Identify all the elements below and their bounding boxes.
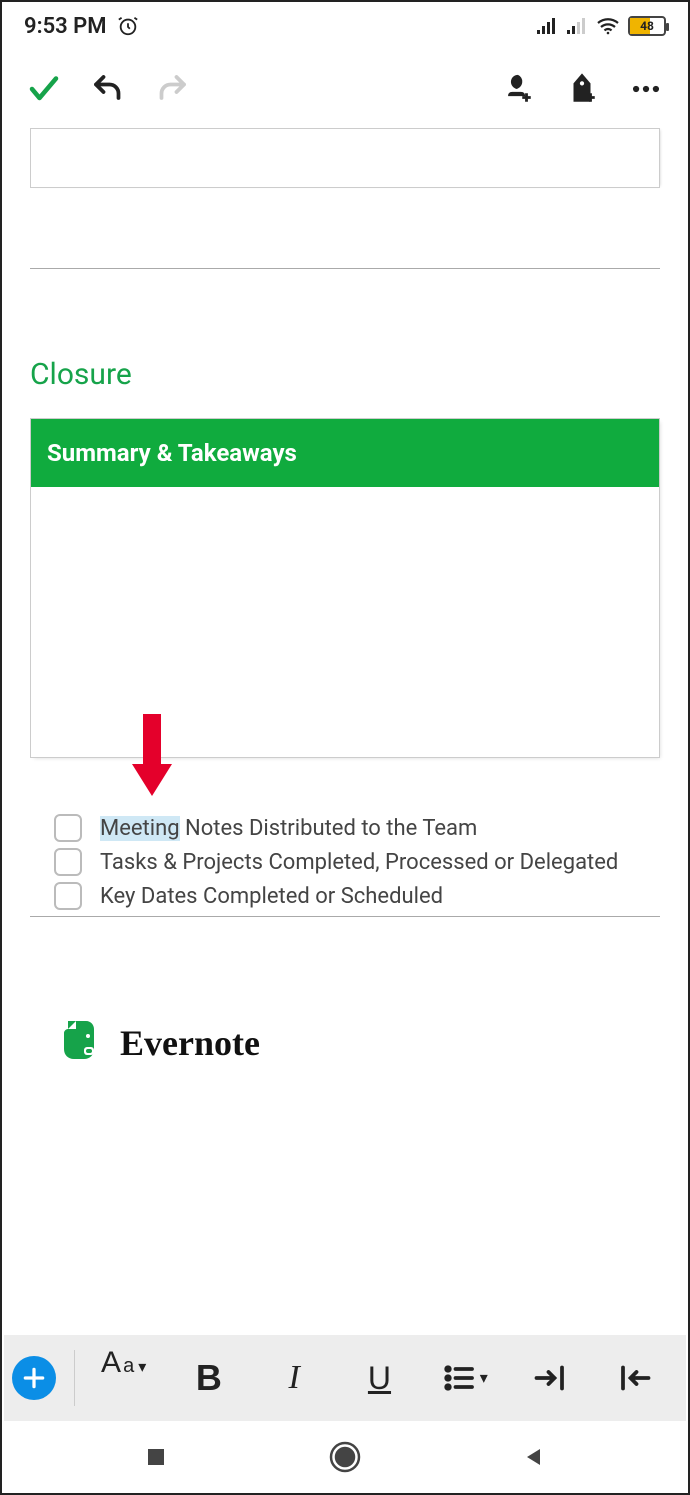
summary-body[interactable]	[31, 487, 659, 757]
separator	[74, 1350, 75, 1406]
evernote-logo-icon	[56, 1017, 104, 1069]
wifi-icon	[596, 17, 620, 35]
more-button[interactable]	[614, 57, 678, 121]
share-button[interactable]	[486, 57, 550, 121]
checklist-item-1[interactable]: Meeting Notes Distributed to the Team	[54, 814, 660, 842]
alarm-icon	[117, 15, 139, 37]
indent-button[interactable]	[507, 1346, 592, 1410]
bold-button[interactable]: B	[166, 1346, 251, 1410]
status-left: 9:53 PM	[24, 14, 139, 39]
back-button[interactable]	[522, 1445, 546, 1469]
recent-apps-button[interactable]	[144, 1445, 168, 1469]
done-button[interactable]	[12, 57, 76, 121]
brand-name: Evernote	[120, 1022, 260, 1064]
redo-button[interactable]	[140, 57, 204, 121]
checklist[interactable]: Meeting Notes Distributed to the Team Ta…	[54, 814, 660, 910]
battery-icon: 48	[628, 16, 666, 36]
checkbox[interactable]	[54, 848, 82, 876]
checklist-label[interactable]: Tasks & Projects Completed, Processed or…	[100, 850, 618, 875]
app-toolbar	[2, 50, 688, 128]
text-style-button[interactable]: Aa▾	[81, 1346, 166, 1410]
status-time: 9:53 PM	[24, 14, 107, 39]
android-nav-bar	[4, 1421, 686, 1493]
undo-button[interactable]	[76, 57, 140, 121]
checklist-item-3[interactable]: Key Dates Completed or Scheduled	[54, 882, 660, 910]
note-content[interactable]: Closure Summary & Takeaways Meeting Note…	[2, 128, 688, 1335]
checkbox[interactable]	[54, 882, 82, 910]
indicator-arrow-icon	[128, 714, 176, 808]
outdent-button[interactable]	[593, 1346, 678, 1410]
status-right: 48	[536, 16, 666, 36]
underline-button[interactable]: U	[337, 1346, 422, 1410]
summary-table[interactable]: Summary & Takeaways	[30, 418, 660, 758]
italic-button[interactable]: I	[252, 1346, 337, 1410]
section-title[interactable]: Closure	[30, 357, 660, 392]
list-button[interactable]: ▾	[422, 1346, 507, 1410]
checklist-item-2[interactable]: Tasks & Projects Completed, Processed or…	[54, 848, 660, 876]
signal-2-icon	[566, 17, 588, 35]
add-button[interactable]	[12, 1356, 56, 1400]
empty-block[interactable]	[30, 128, 660, 188]
tag-button[interactable]	[550, 57, 614, 121]
home-button[interactable]	[328, 1440, 362, 1474]
signal-1-icon	[536, 17, 558, 35]
format-toolbar: Aa▾ B I U ▾	[4, 1335, 686, 1421]
battery-level: 48	[630, 19, 664, 33]
checkbox[interactable]	[54, 814, 82, 842]
checklist-label[interactable]: Key Dates Completed or Scheduled	[100, 884, 443, 909]
summary-header[interactable]: Summary & Takeaways	[31, 419, 659, 487]
checklist-label[interactable]: Meeting Notes Distributed to the Team	[100, 816, 477, 841]
divider	[30, 268, 660, 269]
status-bar: 9:53 PM 48	[2, 2, 688, 50]
divider	[30, 916, 660, 917]
brand: Evernote	[56, 1017, 660, 1069]
